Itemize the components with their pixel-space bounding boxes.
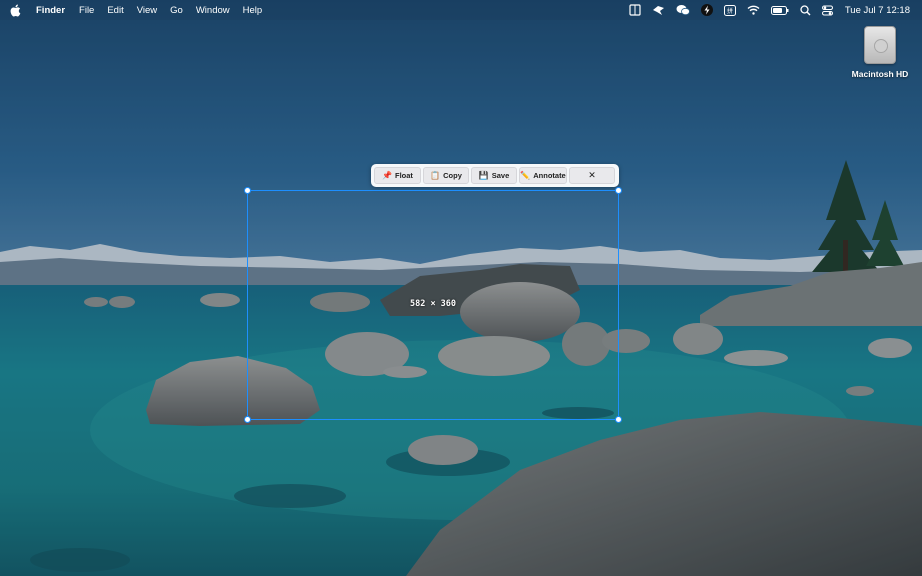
control-center-icon[interactable] — [821, 3, 833, 17]
svg-text:拼: 拼 — [727, 7, 733, 15]
menu-go[interactable]: Go — [170, 5, 183, 16]
apple-icon[interactable] — [10, 3, 22, 17]
menu-bar: Finder File Edit View Go Window Help 拼 T… — [0, 0, 922, 20]
wechat-icon[interactable] — [676, 3, 690, 17]
save-label: Save — [491, 171, 510, 180]
bolt-icon[interactable] — [700, 3, 713, 17]
bird-icon[interactable] — [652, 3, 665, 17]
float-button[interactable]: 📌 Float — [374, 167, 421, 184]
selection-size-label: 582 × 360 — [409, 299, 457, 309]
annotate-label: Annotate — [533, 171, 566, 180]
float-label: Float — [395, 171, 413, 180]
annotate-button[interactable]: ✏️ Annotate — [519, 167, 567, 184]
pin-icon: 📌 — [382, 171, 393, 180]
capture-toolbar: 📌 Float 📋 Copy 💾 Save ✏️ Annotate ✕ — [371, 164, 619, 187]
menu-edit[interactable]: Edit — [107, 5, 123, 16]
menu-view[interactable]: View — [137, 5, 157, 16]
drive-label: Macintosh HD — [851, 69, 909, 79]
wifi-icon[interactable] — [747, 3, 760, 17]
menu-file[interactable]: File — [79, 5, 94, 16]
capture-selection[interactable]: 582 × 360 — [244, 187, 622, 423]
macintosh-hd-drive[interactable]: Macintosh HD — [848, 26, 912, 79]
menu-app-finder[interactable]: Finder — [36, 5, 65, 16]
menubar-clock[interactable]: Tue Jul 7 12:18 — [845, 5, 910, 16]
resize-handle-bottom-left[interactable] — [244, 416, 251, 423]
close-icon: ✕ — [588, 170, 596, 180]
hard-drive-icon[interactable] — [864, 26, 896, 64]
close-button[interactable]: ✕ — [569, 167, 615, 184]
battery-icon[interactable] — [770, 3, 789, 17]
desktop: Finder File Edit View Go Window Help 拼 T… — [0, 0, 922, 576]
save-button[interactable]: 💾 Save — [471, 167, 517, 184]
floppy-icon: 💾 — [478, 171, 489, 180]
resize-handle-top-left[interactable] — [244, 187, 251, 194]
input-source-icon[interactable]: 拼 — [723, 3, 736, 17]
copy-label: Copy — [443, 171, 462, 180]
copy-button[interactable]: 📋 Copy — [423, 167, 469, 184]
reader-icon[interactable] — [629, 3, 641, 17]
menu-window[interactable]: Window — [196, 5, 230, 16]
resize-handle-top-right[interactable] — [615, 187, 622, 194]
resize-handle-bottom-right[interactable] — [615, 416, 622, 423]
menu-help[interactable]: Help — [243, 5, 263, 16]
pencil-icon: ✏️ — [520, 171, 531, 180]
spotlight-icon[interactable] — [800, 3, 811, 17]
clipboard-icon: 📋 — [430, 171, 441, 180]
